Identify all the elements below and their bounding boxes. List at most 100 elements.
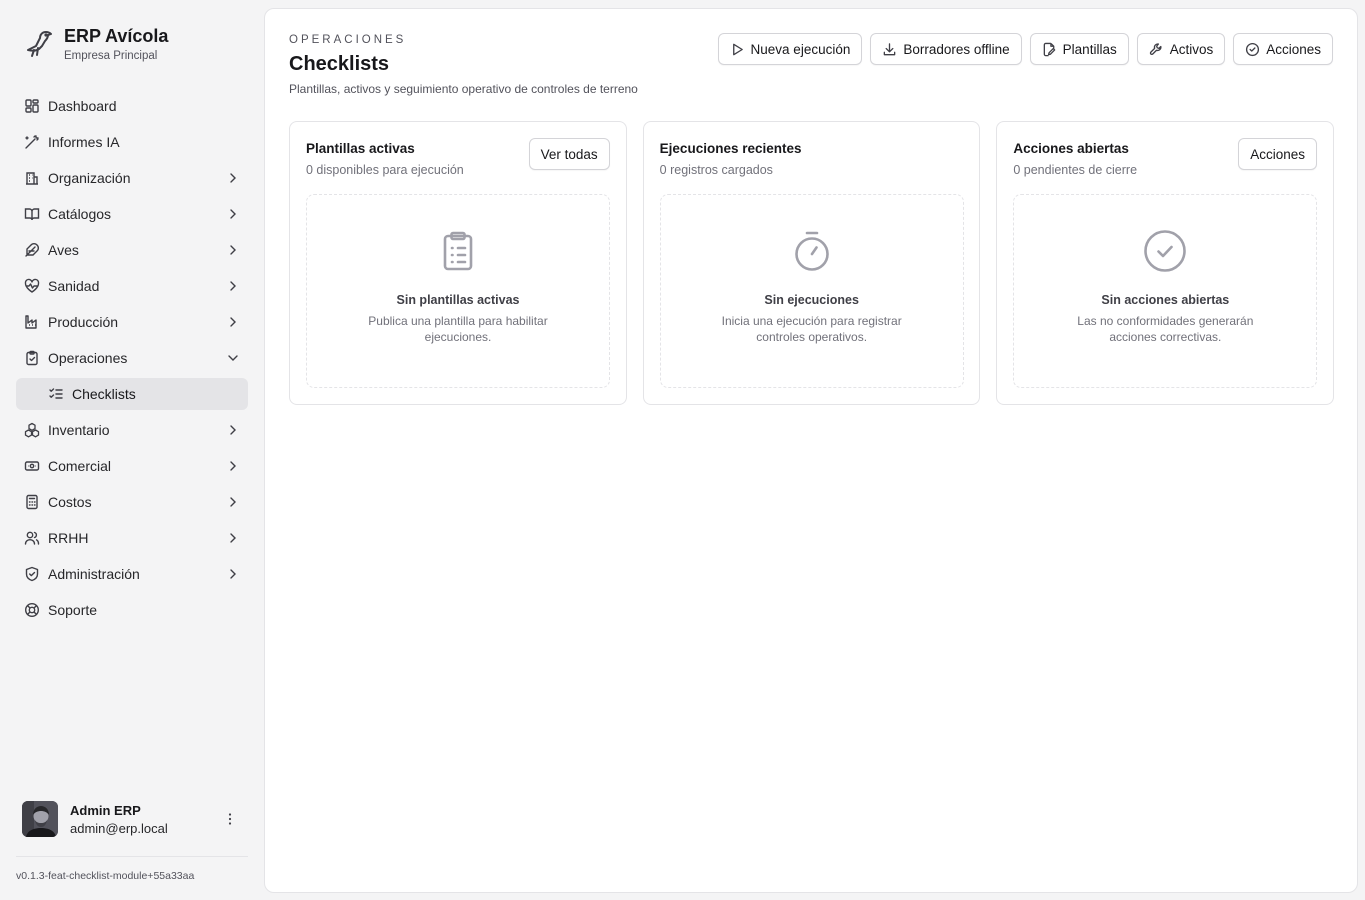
- play-icon: [730, 42, 745, 57]
- sidebar-item-label: Costos: [48, 494, 92, 510]
- banknote-icon: [24, 458, 40, 474]
- sidebar-item-soporte[interactable]: Soporte: [16, 594, 248, 626]
- chevron-right-icon: [226, 567, 240, 581]
- circle-check-icon: [1143, 229, 1187, 273]
- book-open-icon: [24, 206, 40, 222]
- actions-card-button[interactable]: Acciones: [1238, 138, 1318, 170]
- sidebar-item-produccion[interactable]: Producción: [16, 306, 248, 338]
- sidebar-item-catalogos[interactable]: Catálogos: [16, 198, 248, 230]
- circle-check-icon: [1245, 42, 1260, 57]
- chevron-right-icon: [226, 171, 240, 185]
- list-checks-icon: [48, 386, 64, 402]
- offline-drafts-label: Borradores offline: [903, 41, 1010, 57]
- empty-state: Sin ejecuciones Inicia una ejecución par…: [659, 194, 964, 388]
- sidebar-item-dashboard[interactable]: Dashboard: [16, 90, 248, 122]
- building-icon: [24, 170, 40, 186]
- sidebar-item-organizacion[interactable]: Organización: [16, 162, 248, 194]
- layout-dashboard-icon: [24, 98, 40, 114]
- card-title: Acciones abiertas: [1013, 141, 1129, 156]
- templates-button[interactable]: Plantillas: [1029, 33, 1129, 65]
- app-title: ERP Avícola: [64, 26, 169, 46]
- empty-title: Sin acciones abiertas: [1101, 293, 1230, 307]
- summary-cards: Plantillas activas 0 disponibles para ej…: [289, 121, 1335, 405]
- calculator-icon: [24, 494, 40, 510]
- life-buoy-icon: [24, 602, 40, 618]
- bird-logo-icon: [22, 26, 56, 60]
- sidebar-item-checklists[interactable]: Checklists: [16, 378, 248, 410]
- sidebar-item-label: Comercial: [48, 458, 112, 474]
- sidebar-item-label: Soporte: [48, 602, 98, 618]
- chevron-down-icon: [226, 351, 240, 365]
- clipboard-check-icon: [24, 350, 40, 366]
- new-run-label: Nueva ejecución: [750, 41, 851, 57]
- sidebar-divider: [16, 856, 248, 857]
- sidebar-item-sanidad[interactable]: Sanidad: [16, 270, 248, 302]
- empty-description: Inicia una ejecución para registrar cont…: [721, 314, 902, 344]
- avatar: [22, 801, 58, 837]
- sidebar-item-comercial[interactable]: Comercial: [16, 450, 248, 482]
- brand[interactable]: ERP Avícola Empresa Principal: [22, 26, 168, 62]
- empty-description: Publica una plantilla para habilitar eje…: [368, 314, 548, 344]
- wrench-icon: [1149, 42, 1164, 57]
- empty-state: Sin plantillas activas Publica una plant…: [306, 194, 610, 388]
- sidebar-item-label: RRHH: [48, 530, 89, 546]
- download-icon: [882, 42, 897, 57]
- view-all-button[interactable]: Ver todas: [528, 138, 610, 170]
- card-subtitle: 0 pendientes de cierre: [1013, 163, 1138, 177]
- sidebar-item-costos[interactable]: Costos: [16, 486, 248, 518]
- sidebar-item-label: Administración: [48, 566, 140, 582]
- sidebar-item-aves[interactable]: Aves: [16, 234, 248, 266]
- sidebar-item-rrhh[interactable]: RRHH: [16, 522, 248, 554]
- empty-title: Sin plantillas activas: [396, 293, 520, 307]
- chevron-right-icon: [226, 207, 240, 221]
- recent-runs-card: Ejecuciones recientes 0 registros cargad…: [642, 121, 981, 405]
- boxes-icon: [24, 422, 40, 438]
- empty-state: Sin acciones abiertas Las no conformidad…: [1013, 194, 1318, 388]
- shield-check-icon: [24, 566, 40, 582]
- open-actions-card: Acciones abiertas 0 pendientes de cierre…: [996, 121, 1335, 405]
- card-title: Plantillas activas: [306, 141, 415, 156]
- sidebar-item-label: Aves: [48, 242, 79, 258]
- sidebar-item-informes-ia[interactable]: Informes IA: [16, 126, 248, 158]
- active-templates-card: Plantillas activas 0 disponibles para ej…: [289, 121, 627, 405]
- sidebar-item-administracion[interactable]: Administración: [16, 558, 248, 590]
- actions-label: Acciones: [1266, 41, 1321, 57]
- sidebar-item-label: Organización: [48, 170, 131, 186]
- factory-icon: [24, 314, 40, 330]
- sidebar-item-label: Producción: [48, 314, 119, 330]
- assets-label: Activos: [1169, 41, 1214, 57]
- sidebar-item-label: Inventario: [48, 422, 110, 438]
- sidebar: ERP Avícola Empresa Principal Dashboard …: [0, 0, 264, 900]
- sidebar-item-label: Dashboard: [48, 98, 117, 114]
- company-name: Empresa Principal: [64, 50, 158, 62]
- section-eyebrow: OPERACIONES: [289, 34, 407, 46]
- toolbar: Nueva ejecución Borradores offline Plant…: [710, 33, 1333, 65]
- feather-icon: [24, 242, 40, 258]
- sidebar-item-label: Sanidad: [48, 278, 100, 294]
- card-subtitle: 0 registros cargados: [659, 163, 773, 177]
- sidebar-item-label: Catálogos: [48, 206, 112, 222]
- more-vertical-icon[interactable]: [222, 811, 238, 827]
- timer-icon: [790, 229, 834, 273]
- users-icon: [24, 530, 40, 546]
- chevron-right-icon: [226, 279, 240, 293]
- chevron-right-icon: [226, 315, 240, 329]
- actions-button[interactable]: Acciones: [1233, 33, 1333, 65]
- chevron-right-icon: [226, 423, 240, 437]
- app-version: v0.1.3-feat-checklist-module+55a33aa: [16, 870, 195, 882]
- sidebar-item-label: Informes IA: [48, 134, 120, 150]
- file-edit-icon: [1042, 42, 1057, 57]
- sidebar-item-operaciones[interactable]: Operaciones: [16, 342, 248, 374]
- user-card[interactable]: Admin ERP admin@erp.local: [22, 801, 248, 837]
- new-run-button[interactable]: Nueva ejecución: [717, 33, 863, 65]
- assets-button[interactable]: Activos: [1136, 33, 1226, 65]
- user-email: admin@erp.local: [70, 820, 168, 836]
- heart-pulse-icon: [24, 278, 40, 294]
- sidebar-item-label: Operaciones: [48, 350, 128, 366]
- offline-drafts-button[interactable]: Borradores offline: [870, 33, 1022, 65]
- empty-title: Sin ejecuciones: [764, 293, 859, 307]
- chevron-right-icon: [226, 531, 240, 545]
- chevron-right-icon: [226, 495, 240, 509]
- sidebar-item-inventario[interactable]: Inventario: [16, 414, 248, 446]
- card-subtitle: 0 disponibles para ejecución: [306, 163, 464, 177]
